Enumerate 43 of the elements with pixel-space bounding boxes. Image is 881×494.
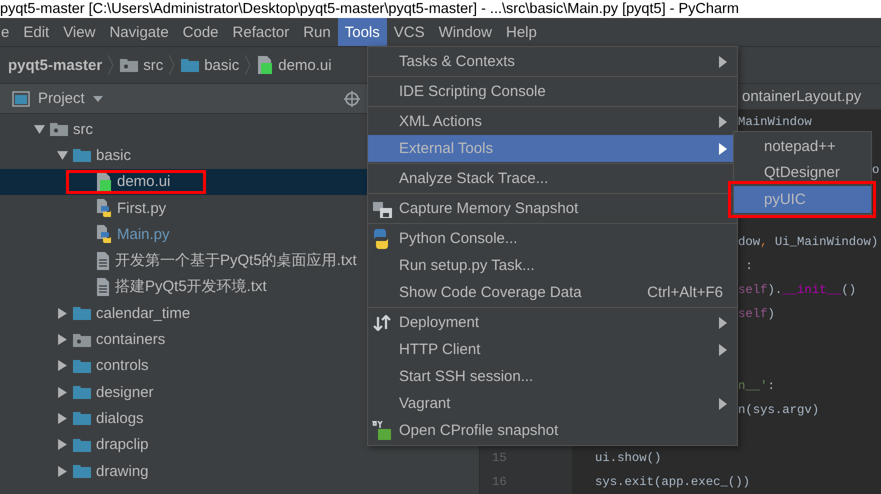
menu-item[interactable]: e — [0, 18, 16, 46]
tree-item[interactable]: drawing — [0, 458, 479, 484]
shortcut-label: Ctrl+Alt+F6 — [647, 284, 723, 301]
menu-entry[interactable]: Vagrant — [368, 390, 737, 417]
menu-entry[interactable]: HTTP Client — [368, 336, 737, 363]
code-line: dow, Ui_MainWindow) — [738, 235, 878, 249]
panel-title[interactable]: Project — [38, 90, 85, 107]
menu-item[interactable]: VCS — [386, 18, 432, 46]
menu-entry[interactable]: Deployment — [368, 309, 737, 336]
menu-entry[interactable]: Tasks & Contexts — [368, 48, 737, 75]
code-line: n(sys.argv) — [738, 403, 820, 417]
code-line: ui.show() — [595, 451, 662, 465]
menu-item[interactable]: Refactor — [226, 18, 296, 46]
menu-item[interactable]: Tools — [338, 18, 387, 46]
menu-entry[interactable]: Run setup.py Task... — [368, 252, 737, 279]
menu-item[interactable]: Help — [498, 18, 544, 46]
code-line: MainWindow — [738, 115, 812, 129]
menu-item[interactable]: View — [56, 18, 102, 46]
menu-entry[interactable]: notepad++ — [734, 133, 871, 160]
menu-entry[interactable]: Show Code Coverage Data Ctrl+Alt+F6 — [368, 279, 737, 306]
menu-item[interactable]: Edit — [16, 18, 56, 46]
breadcrumb-item[interactable]: pyqt5-master — [8, 56, 102, 74]
menu-entry[interactable]: Analyze Stack Trace... — [368, 165, 737, 192]
menu-entry[interactable]: IDE Scripting Console — [368, 78, 737, 105]
breadcrumb-item[interactable]: demo.ui — [257, 56, 332, 74]
menu-entry[interactable]: Python Console... — [368, 225, 737, 252]
menu-item[interactable]: Navigate — [102, 18, 176, 46]
code-line: self).__init__() — [738, 283, 856, 297]
menu-item[interactable]: Window — [432, 18, 499, 46]
editor-tab[interactable]: ontainerLayout.py — [742, 88, 862, 105]
breadcrumb-item[interactable]: basic — [181, 56, 240, 74]
menu-item[interactable]: Run — [296, 18, 338, 46]
breadcrumb-item[interactable]: src — [120, 56, 164, 74]
code-line: sys.exit(app.exec_()) — [595, 475, 750, 489]
code-line: n__': — [738, 379, 775, 393]
menu-item[interactable]: Code — [176, 18, 226, 46]
menu-entry[interactable]: Open CProfile snapshot — [368, 417, 737, 444]
menu-entry[interactable]: XML Actions — [368, 108, 737, 135]
code-line: : — [744, 259, 753, 273]
code-line: o — [872, 163, 880, 177]
code-line: self) — [738, 307, 775, 321]
window-title: pyqt5-master [C:\Users\Administrator\Desktop\pyqt5-master\pyqt5-master] - ...\src\basic\Main.py [pyqt5] - PyCharm — [0, 0, 881, 18]
menu-entry[interactable]: Start SSH session... — [368, 363, 737, 390]
